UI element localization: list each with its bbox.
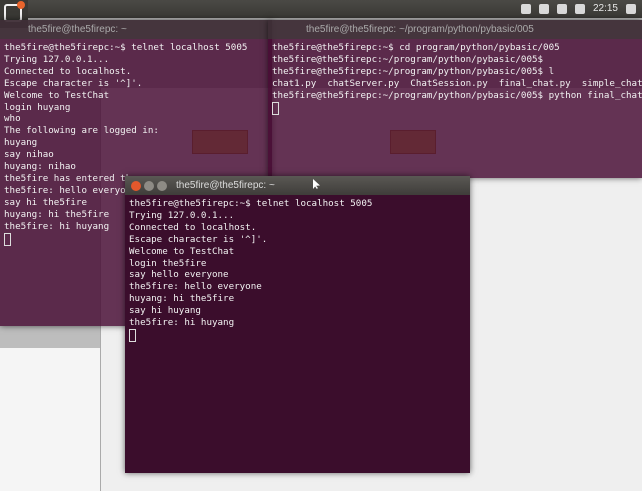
volume-icon[interactable]: [574, 3, 585, 14]
terminal-line: login the5fire: [129, 257, 207, 269]
terminal-window-front[interactable]: the5fire@the5firepc: ~ the5fire@the5fire…: [125, 176, 470, 473]
terminal-output-front[interactable]: the5fire@the5firepc:~$ telnet localhost …: [125, 195, 470, 345]
terminal-line: The following are logged in:: [4, 125, 159, 137]
window-title: the5fire@the5firepc: ~: [28, 24, 127, 35]
terminal-line: the5fire@the5firepc:~/program/python/pyb…: [272, 65, 555, 77]
terminal-line: huyang: nihao: [4, 161, 76, 173]
network-icon[interactable]: [556, 3, 567, 14]
terminal-output-right[interactable]: the5fire@the5firepc:~$ cd program/python…: [268, 39, 642, 118]
battery-icon[interactable]: [538, 3, 549, 14]
mail-icon[interactable]: [520, 3, 531, 14]
terminal-line: the5fire@the5firepc:~$ telnet localhost …: [129, 198, 373, 209]
terminal-line: say hello everyone: [129, 269, 229, 281]
terminal-titlebar-left[interactable]: the5fire@the5firepc: ~: [0, 20, 272, 39]
terminal-cursor: [272, 101, 279, 115]
terminal-line: Connected to localhost.: [129, 221, 257, 233]
terminal-line: login huyang: [4, 101, 71, 113]
clock[interactable]: 22:15: [593, 3, 618, 14]
terminal-line: the5fire@the5firepc:~/program/python/pyb…: [272, 89, 642, 101]
minimize-icon[interactable]: [144, 180, 154, 191]
terminal-line: huyang: hi the5fire: [129, 293, 235, 305]
terminal-line: say nihao: [4, 149, 54, 161]
maximize-icon[interactable]: [157, 180, 167, 191]
power-icon[interactable]: [626, 3, 636, 14]
terminal-line: chat1.py chatServer.py ChatSession.py fi…: [272, 77, 642, 89]
terminal-line: Trying 127.0.0.1...: [4, 53, 110, 65]
terminal-line: who: [4, 113, 21, 125]
terminal-cursor: [129, 328, 136, 342]
top-panel: 22:15: [0, 0, 642, 18]
terminal-line: say hi huyang: [129, 305, 201, 317]
terminal-line: the5fire@the5firepc:~$ telnet localhost …: [4, 42, 248, 53]
terminal-window-right[interactable]: the5fire@the5firepc: ~/program/python/py…: [268, 20, 642, 178]
terminal-line: the5fire: hello everyone: [129, 281, 262, 293]
window-title: the5fire@the5firepc: ~: [176, 180, 275, 191]
side-panel: [0, 348, 100, 491]
terminal-line: the5fire@the5firepc:~/program/python/pyb…: [272, 53, 544, 65]
close-icon[interactable]: [131, 180, 141, 191]
terminal-line: Escape character is '^]'.: [129, 233, 268, 245]
terminal-line: Welcome to TestChat: [129, 245, 235, 257]
terminal-cursor: [4, 232, 11, 246]
terminal-line: Welcome to TestChat: [4, 89, 110, 101]
terminal-line: Trying 127.0.0.1...: [129, 209, 235, 221]
terminal-line: Connected to localhost.: [4, 65, 132, 77]
terminal-line: Escape character is '^]'.: [4, 77, 143, 89]
terminal-titlebar-front[interactable]: the5fire@the5firepc: ~: [125, 176, 470, 195]
window-title: the5fire@the5firepc: ~/program/python/py…: [306, 24, 534, 35]
system-tray: 22:15: [520, 3, 636, 14]
terminal-line: the5fire@the5firepc:~$ cd program/python…: [272, 42, 560, 53]
terminal-line: huyang: [4, 137, 38, 149]
terminal-line: the5fire: hi huyang: [129, 317, 235, 329]
terminal-titlebar-right[interactable]: the5fire@the5firepc: ~/program/python/py…: [268, 20, 642, 39]
